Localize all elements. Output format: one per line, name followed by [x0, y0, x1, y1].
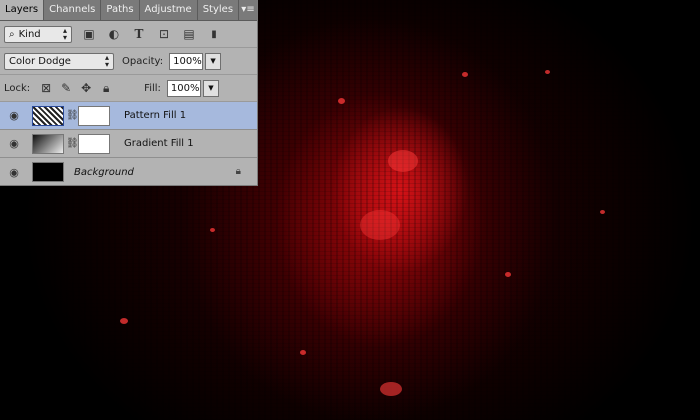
canvas-highlight: [120, 318, 128, 324]
fill-input[interactable]: 100%: [166, 79, 201, 97]
adjustment-filter-icon[interactable]: ◐: [106, 26, 122, 42]
lock-transparent-icon[interactable]: ⊠: [38, 80, 54, 96]
blend-row: Color Dodge ▴ ▾ Opacity: 100% ▼: [0, 48, 257, 75]
panel-tabs: Layers Channels Paths Adjustme Styles ▾≡: [0, 0, 257, 21]
layer-row-gradient-fill[interactable]: ◉ ⛓ Gradient Fill 1: [0, 130, 257, 158]
filter-kind-label: Kind: [18, 28, 41, 40]
lock-position-icon[interactable]: ✥: [78, 80, 94, 96]
smart-object-filter-icon[interactable]: ▤: [181, 26, 197, 42]
background-thumbnail: [32, 162, 64, 182]
lock-all-icon[interactable]: 🔒︎: [98, 80, 114, 96]
filter-row: ⌕ Kind ▴ ▾ ▣ ◐ T ⊡ ▤ ▮: [0, 21, 257, 48]
tab-channels[interactable]: Channels: [44, 0, 102, 20]
canvas-highlight: [300, 350, 306, 355]
layer-row-background[interactable]: ◉ Background 🔒︎: [0, 158, 257, 186]
search-icon: ⌕: [9, 28, 15, 40]
canvas-highlight: [600, 210, 605, 214]
visibility-eye-icon[interactable]: ◉: [0, 109, 28, 122]
opacity-label: Opacity:: [122, 55, 164, 67]
chain-link-icon[interactable]: ⛓: [66, 138, 79, 149]
filter-toggle-icon[interactable]: ▮: [206, 26, 222, 42]
opacity-dropdown-icon[interactable]: ▼: [205, 52, 222, 70]
canvas-highlight: [338, 98, 345, 104]
canvas-highlight: [462, 72, 468, 77]
layer-name: Background: [74, 166, 134, 178]
layer-mask-thumbnail: [78, 105, 110, 126]
layer-row-pattern-fill[interactable]: ◉ ⛓ Pattern Fill 1: [0, 102, 257, 130]
canvas-highlight: [210, 228, 215, 232]
lock-icon: 🔒︎: [235, 166, 241, 177]
tab-paths[interactable]: Paths: [101, 0, 140, 20]
opacity-input[interactable]: 100%: [169, 52, 204, 70]
updown-arrows-icon: ▴ ▾: [104, 53, 109, 69]
chain-link-icon[interactable]: ⛓: [66, 110, 79, 121]
gradient-thumbnail: [32, 133, 64, 154]
blend-mode-value: Color Dodge: [9, 55, 71, 67]
layer-mask-thumbnail: [78, 133, 110, 154]
canvas-highlight: [380, 382, 402, 396]
fill-dropdown-icon[interactable]: ▼: [202, 79, 219, 97]
panel-menu-icon[interactable]: ▾≡: [239, 0, 257, 20]
canvas-highlight: [388, 150, 418, 172]
tab-styles[interactable]: Styles: [198, 0, 240, 20]
filter-kind-select[interactable]: ⌕ Kind ▴ ▾: [4, 25, 72, 43]
canvas-highlight: [545, 70, 550, 74]
lock-row: Lock: ⊠ ✎ ✥ 🔒︎ Fill: 100% ▼: [0, 75, 257, 102]
tab-layers[interactable]: Layers: [0, 0, 45, 20]
updown-arrows-icon: ▴ ▾: [62, 26, 67, 42]
visibility-eye-icon[interactable]: ◉: [0, 137, 28, 150]
layers-panel: Layers Channels Paths Adjustme Styles ▾≡…: [0, 0, 258, 186]
lock-label: Lock:: [4, 82, 31, 94]
type-filter-icon[interactable]: T: [131, 26, 147, 42]
fill-label: Fill:: [144, 82, 161, 94]
blend-mode-select[interactable]: Color Dodge ▴ ▾: [4, 52, 114, 70]
visibility-eye-icon[interactable]: ◉: [0, 166, 28, 179]
image-filter-icon[interactable]: ▣: [81, 26, 97, 42]
tab-adjustments[interactable]: Adjustme: [140, 0, 198, 20]
pattern-thumbnail: [32, 105, 64, 126]
layer-name: Pattern Fill 1: [124, 110, 187, 121]
canvas-highlight: [505, 272, 511, 277]
lock-image-icon[interactable]: ✎: [58, 80, 74, 96]
layer-name: Gradient Fill 1: [124, 138, 194, 149]
canvas-highlight: [360, 210, 400, 240]
shape-filter-icon[interactable]: ⊡: [156, 26, 172, 42]
